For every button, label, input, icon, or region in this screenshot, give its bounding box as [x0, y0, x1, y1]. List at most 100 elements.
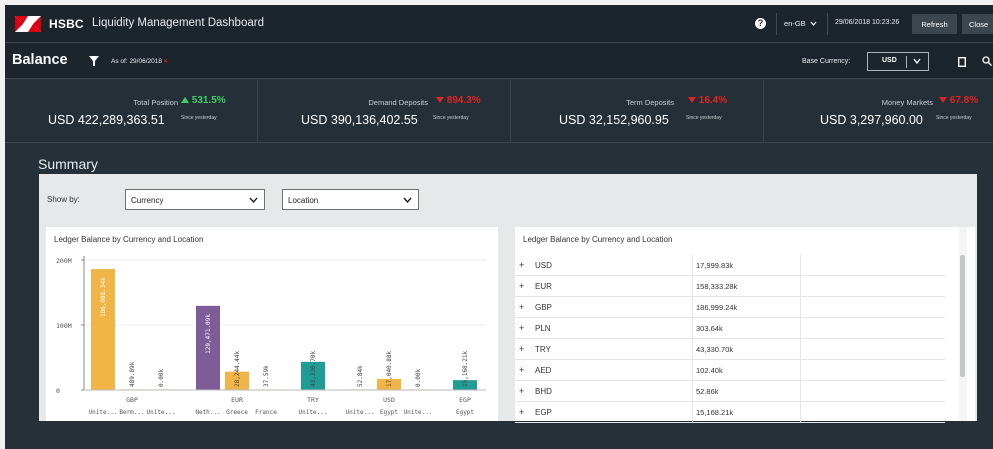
divider	[906, 56, 907, 68]
ledger-balance-value: 186,999.24k	[696, 303, 738, 312]
expand-icon[interactable]: +	[519, 323, 524, 333]
balance-bar: Balance As of: 29/06/2018 × Base Currenc…	[5, 43, 993, 79]
currency-code: USD	[535, 261, 552, 270]
ledger-balance-value: 102.40k	[696, 366, 723, 375]
search-icon[interactable]	[982, 56, 992, 66]
cell-divider	[692, 339, 693, 360]
bar-value-label: 186,088.34k	[100, 277, 107, 317]
bar-location-label: Berm...	[119, 409, 144, 416]
ledger-balance-value: 43,330.70k	[696, 345, 734, 354]
metric-pct: 531.5%	[191, 95, 226, 106]
metric-since: Since yesterday	[936, 115, 972, 121]
bar-value-label: 28,244.44k	[234, 350, 241, 387]
bar-location-label: Unite...	[147, 409, 176, 416]
cell-divider	[692, 255, 693, 276]
ledger-balance-table-card: Ledger Balance by Currency and Location …	[515, 227, 975, 423]
bar-location-label: Unite...	[89, 409, 118, 416]
bar-location-label: Neth...	[195, 409, 220, 416]
scrollbar-thumb[interactable]	[960, 255, 965, 377]
top-bar: HSBC Liquidity Management Dashboard ? en…	[5, 5, 993, 43]
bar-location-label: France	[255, 409, 277, 416]
cell-divider	[800, 297, 801, 318]
metric-label: Term Deposits	[626, 98, 674, 107]
bar-value-label: 52.84k	[357, 365, 364, 387]
summary-panel: Show by: Currency Location Ledger Balanc…	[39, 174, 977, 423]
table-row[interactable]: + TRY 43,330.70k	[515, 339, 945, 360]
select-value: Location	[288, 196, 319, 205]
expand-icon[interactable]: +	[519, 407, 524, 417]
help-icon[interactable]: ?	[755, 18, 766, 29]
arrow-down-icon	[939, 97, 947, 103]
table-row[interactable]: + AED 102.40k	[515, 360, 945, 381]
bar-value-label: 0.00k	[415, 369, 422, 387]
table-row[interactable]: + PLN 303.64k	[515, 318, 945, 339]
refresh-button[interactable]: Refresh	[912, 14, 957, 34]
cell-divider	[800, 255, 801, 276]
filter-icon[interactable]	[89, 56, 99, 66]
expand-icon[interactable]: +	[519, 260, 524, 270]
metric-value: USD 3,297,960.00	[820, 113, 923, 127]
currency-code: EUR	[535, 282, 552, 291]
group-label: EGP	[459, 396, 471, 404]
locale-value: en-GB	[784, 19, 806, 28]
expand-icon[interactable]: +	[519, 365, 524, 375]
show-by-select-primary[interactable]: Currency	[125, 189, 265, 210]
expand-icon[interactable]: +	[519, 386, 524, 396]
metric-label: Total Position	[133, 98, 178, 107]
cell-divider	[800, 318, 801, 339]
currency-code: EGP	[535, 408, 552, 417]
currency-code: TRY	[535, 345, 551, 354]
metric-since: Since yesterday	[433, 115, 469, 121]
metric-since: Since yesterday	[686, 115, 722, 121]
chevron-down-icon	[810, 21, 817, 26]
metric-pct: 894.3%	[446, 95, 481, 106]
table-row[interactable]: + GBP 186,999.24k	[515, 297, 945, 318]
bar-location-label: Egypt	[456, 409, 474, 416]
brand-name: HSBC	[49, 17, 84, 31]
metric-value: USD 390,136,402.55	[301, 113, 418, 127]
cell-divider	[692, 360, 693, 381]
clear-date-icon[interactable]: ×	[164, 58, 168, 65]
table-row[interactable]: + EUR 158,333.28k	[515, 276, 945, 297]
metric-value: USD 422,289,363.51	[48, 113, 165, 127]
metric-demand-deposits: Demand Deposits 894.3% USD 390,136,402.5…	[258, 80, 511, 143]
cell-divider	[692, 297, 693, 318]
metric-change: 67.8%	[939, 95, 978, 106]
metric-value: USD 32,152,960.95	[559, 113, 669, 127]
currency-code: BHD	[535, 387, 552, 396]
show-by-label: Show by:	[47, 195, 80, 204]
locale-dropdown[interactable]: en-GB	[784, 19, 817, 28]
base-currency-select[interactable]: USD	[867, 52, 929, 71]
bar-value-label: 37.59k	[263, 365, 270, 387]
base-currency-value: USD	[882, 57, 897, 64]
cell-divider	[692, 381, 693, 402]
bar-location-label: Unite...	[299, 409, 328, 416]
app-title: Liquidity Management Dashboard	[92, 17, 264, 29]
metric-pct: 16.4%	[698, 95, 728, 106]
bookmark-icon[interactable]	[958, 57, 966, 67]
currency-code: AED	[535, 366, 552, 375]
arrow-down-icon	[688, 97, 696, 103]
bar-location-label: Egypt	[380, 409, 398, 416]
expand-icon[interactable]: +	[519, 302, 524, 312]
group-label: EUR	[231, 396, 243, 404]
ledger-balance-value: 17,999.83k	[696, 261, 734, 270]
cell-divider	[692, 276, 693, 297]
show-by-select-secondary[interactable]: Location	[282, 189, 419, 210]
y-tick-label: 200M	[56, 257, 72, 265]
current-datetime: 29/06/2018 10:23:26	[835, 19, 900, 26]
table-row[interactable]: + USD 17,999.83k	[515, 255, 945, 276]
table-scrollbar[interactable]	[959, 227, 967, 421]
hsbc-logo-icon	[15, 16, 41, 32]
chevron-down-icon	[913, 58, 921, 64]
expand-icon[interactable]: +	[519, 344, 524, 354]
y-tick-label: 0	[56, 387, 60, 395]
close-button[interactable]: Close	[962, 14, 993, 34]
table-row[interactable]: + EGP 15,168.21k	[515, 402, 945, 423]
y-tick-label: 100M	[56, 322, 72, 330]
table-row[interactable]: + BHD 52.86k	[515, 381, 945, 402]
bar-location-label: Unite...	[346, 409, 375, 416]
section-title: Summary	[38, 156, 98, 172]
page-title: Balance	[12, 52, 68, 68]
expand-icon[interactable]: +	[519, 281, 524, 291]
